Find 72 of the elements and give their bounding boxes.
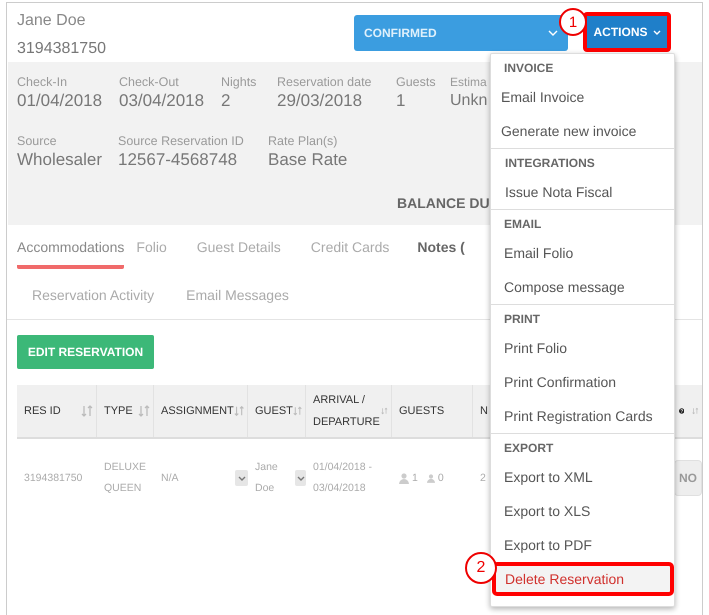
chevron-icon xyxy=(296,476,305,480)
balance-label: BALANCE DU xyxy=(397,195,490,211)
callout-badge: 2 xyxy=(465,552,497,584)
sort-icon[interactable] xyxy=(138,405,150,417)
menu-item[interactable]: Print Folio xyxy=(491,331,674,365)
field-value: 2 xyxy=(221,90,232,112)
chevron-icon xyxy=(652,30,660,34)
field-value: Base Rate xyxy=(268,149,348,171)
field-label: Check-Out xyxy=(119,74,180,90)
table-cell-text: 3194381750 xyxy=(24,470,82,486)
menu-section-header: INTEGRATIONS xyxy=(504,155,596,172)
field-label: Rate Plan(s) xyxy=(268,133,338,149)
menu-item[interactable]: Delete Reservation xyxy=(492,562,674,596)
field-value: 12567-4568748 xyxy=(118,149,238,171)
table-cell-text: N/A xyxy=(161,470,179,486)
menu-item[interactable]: Issue Nota Fiscal xyxy=(491,175,674,209)
table-cell-text: Jane Doe xyxy=(255,460,279,496)
dropdown-toggle[interactable] xyxy=(295,470,306,486)
menu-item[interactable]: Email Folio xyxy=(491,236,674,270)
menu-item[interactable]: Email Invoice xyxy=(491,80,674,114)
menu-item[interactable]: Export to XML xyxy=(491,460,674,494)
menu-section-header: PRINT xyxy=(503,311,541,328)
sort-icon[interactable] xyxy=(292,405,302,417)
sort-icon[interactable] xyxy=(81,405,93,417)
column-header[interactable]: GUEST xyxy=(255,400,293,422)
menu-section-header: EXPORT xyxy=(503,440,554,457)
field-value: 03/04/2018 xyxy=(119,90,206,112)
field-value: Unkn xyxy=(450,91,488,111)
tab[interactable]: Accommodations xyxy=(17,239,124,269)
person-icon xyxy=(426,474,435,482)
field-label: Source Reservation ID xyxy=(118,133,245,149)
column-header[interactable]: GUESTS xyxy=(399,400,444,422)
field-label: Nights xyxy=(221,74,258,90)
field-label: Guests xyxy=(396,74,437,90)
guest-name: Jane Doe xyxy=(17,11,86,31)
field-label: Source xyxy=(17,133,58,149)
sort-icon[interactable] xyxy=(692,405,699,417)
person-icon xyxy=(399,472,409,484)
menu-item[interactable]: Print Confirmation xyxy=(491,365,674,399)
column-header[interactable]: RES ID xyxy=(24,400,61,422)
field-label: Reservation date xyxy=(277,74,373,90)
menu-section-header: INVOICE xyxy=(503,60,554,77)
field-value: 01/04/2018 xyxy=(17,90,104,112)
sort-icon[interactable] xyxy=(381,405,388,417)
menu-item[interactable]: Generate new invoice xyxy=(491,114,674,148)
help-icon[interactable] xyxy=(679,406,684,416)
column-header[interactable]: ASSIGNMENT xyxy=(161,400,234,422)
dropdown-toggle[interactable] xyxy=(235,470,248,486)
chevron-icon xyxy=(238,476,246,480)
tab[interactable]: Notes ( xyxy=(417,239,465,269)
field-value: 29/03/2018 xyxy=(277,90,364,112)
reservation-number: 3194381750 xyxy=(17,39,107,59)
actions-button[interactable]: ACTIONS xyxy=(587,16,667,48)
menu-item[interactable]: Print Registration Cards xyxy=(491,399,674,433)
field-value: Wholesaler xyxy=(17,149,104,171)
column-header[interactable]: N xyxy=(480,400,488,422)
menu-item[interactable]: Export to XLS xyxy=(491,494,674,528)
table-cell-text: DELUXE QUEEN xyxy=(104,460,148,496)
table-cell-text: 2 xyxy=(480,470,486,486)
menu-section-header: EMAIL xyxy=(503,216,542,233)
field-value: 1 xyxy=(396,90,406,112)
adult-count: 1 xyxy=(412,470,418,486)
callout-badge: 1 xyxy=(559,8,587,36)
table-cell-text: 01/04/2018 - 03/04/2018 xyxy=(313,460,373,496)
sort-icon[interactable] xyxy=(234,405,244,417)
child-count: 0 xyxy=(438,470,444,486)
field-label: Check-In xyxy=(17,74,68,90)
column-header[interactable]: TYPE xyxy=(104,400,133,422)
menu-item[interactable]: Compose message xyxy=(491,270,674,304)
column-header[interactable]: ARRIVAL / DEPARTURE xyxy=(313,389,382,433)
field-label: Estima xyxy=(450,74,488,90)
chevron-icon xyxy=(548,30,558,36)
